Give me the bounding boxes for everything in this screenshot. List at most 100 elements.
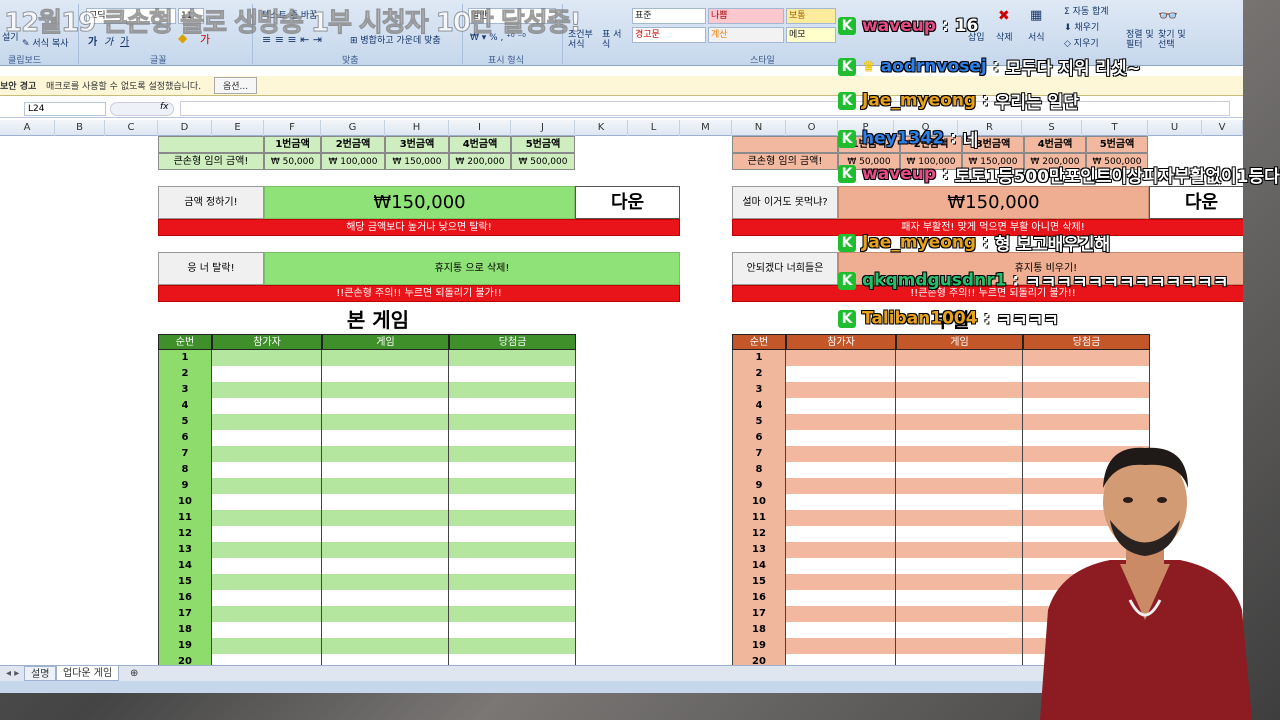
column-header-cell[interactable]: M xyxy=(680,120,732,136)
table-row-cell[interactable] xyxy=(786,622,896,638)
fill-button[interactable]: ⬇ 채우기 xyxy=(1064,20,1099,33)
table-row-cell[interactable] xyxy=(449,558,576,574)
style-neutral[interactable]: 보통 xyxy=(786,8,836,24)
table-row-cell[interactable] xyxy=(449,606,576,622)
column-header-cell[interactable]: E xyxy=(212,120,264,136)
down-button[interactable]: 다운 xyxy=(575,186,680,219)
style-warning[interactable]: 경고문 xyxy=(632,27,706,43)
tab-description[interactable]: 설명 xyxy=(24,666,57,681)
table-row-cell[interactable] xyxy=(896,542,1023,558)
table-row-cell[interactable] xyxy=(322,382,449,398)
table-row-cell[interactable] xyxy=(449,638,576,654)
column-header-cell[interactable]: F xyxy=(264,120,321,136)
table-row-cell[interactable] xyxy=(896,622,1023,638)
table-row-cell[interactable] xyxy=(322,414,449,430)
column-header-cell[interactable]: N xyxy=(732,120,786,136)
table-row-cell[interactable] xyxy=(212,382,322,398)
table-row-cell[interactable] xyxy=(449,366,576,382)
table-row-cell[interactable] xyxy=(896,350,1023,366)
table-row-cell[interactable] xyxy=(786,590,896,606)
column-header-cell[interactable]: V xyxy=(1202,120,1243,136)
table-row-cell[interactable] xyxy=(449,382,576,398)
table-row-cell[interactable] xyxy=(896,526,1023,542)
column-header-cell[interactable]: H xyxy=(385,120,449,136)
style-normal[interactable]: 표준 xyxy=(632,8,706,24)
new-sheet-icon[interactable]: ⊕ xyxy=(124,666,144,681)
style-memo[interactable]: 메모 xyxy=(786,27,836,43)
table-row-cell[interactable] xyxy=(212,478,322,494)
security-options-button[interactable]: 옵션... xyxy=(214,77,258,94)
column-header-cell[interactable]: D xyxy=(158,120,212,136)
style-bad[interactable]: 나쁨 xyxy=(708,8,784,24)
table-row-cell[interactable] xyxy=(212,574,322,590)
table-row-cell[interactable] xyxy=(896,366,1023,382)
table-row-cell[interactable] xyxy=(212,558,322,574)
table-row-cell[interactable] xyxy=(322,590,449,606)
table-row-cell[interactable] xyxy=(896,510,1023,526)
table-format-button[interactable]: 표 서식 xyxy=(602,30,626,50)
table-row-cell[interactable] xyxy=(322,366,449,382)
table-row-cell[interactable] xyxy=(322,558,449,574)
table-row-cell[interactable] xyxy=(896,446,1023,462)
table-row-cell[interactable] xyxy=(896,382,1023,398)
table-row-cell[interactable] xyxy=(212,542,322,558)
autosum-button[interactable]: Σ 자동 합계 xyxy=(1064,4,1109,17)
table-row-cell[interactable] xyxy=(212,414,322,430)
table-row-cell[interactable] xyxy=(449,446,576,462)
table-row-cell[interactable] xyxy=(786,478,896,494)
trash-button[interactable]: 휴지통 으로 삭제! xyxy=(264,252,680,285)
table-row-cell[interactable] xyxy=(896,398,1023,414)
tab-nav-arrows[interactable]: ◂ ▸ xyxy=(0,666,25,681)
format-cells-button[interactable]: 서식 xyxy=(1028,30,1045,43)
table-row-cell[interactable] xyxy=(786,430,896,446)
delete-cells-button[interactable]: 삭제 xyxy=(996,30,1013,43)
table-row-cell[interactable] xyxy=(786,638,896,654)
table-row-cell[interactable] xyxy=(212,622,322,638)
table-row-cell[interactable] xyxy=(212,494,322,510)
table-row-cell[interactable] xyxy=(449,414,576,430)
set-amount-value[interactable]: ₩150,000 xyxy=(264,186,575,219)
table-row-cell[interactable] xyxy=(786,414,896,430)
table-row-cell[interactable] xyxy=(786,510,896,526)
table-row-cell[interactable] xyxy=(786,446,896,462)
set-amount-value[interactable]: ₩150,000 xyxy=(838,186,1149,219)
column-header-cell[interactable]: G xyxy=(321,120,385,136)
column-header-cell[interactable]: L xyxy=(628,120,680,136)
name-box[interactable]: L24 xyxy=(24,102,106,116)
table-row-cell[interactable] xyxy=(896,430,1023,446)
table-row-cell[interactable] xyxy=(212,590,322,606)
table-row-cell[interactable] xyxy=(322,350,449,366)
table-row-cell[interactable] xyxy=(322,398,449,414)
table-row-cell[interactable] xyxy=(786,398,896,414)
down-button[interactable]: 다운 xyxy=(1149,186,1243,219)
table-row-cell[interactable] xyxy=(786,606,896,622)
table-row-cell[interactable] xyxy=(212,446,322,462)
table-row-cell[interactable] xyxy=(1023,382,1150,398)
table-row-cell[interactable] xyxy=(212,638,322,654)
column-header-cell[interactable]: S xyxy=(1022,120,1082,136)
table-row-cell[interactable] xyxy=(1023,414,1150,430)
table-row-cell[interactable] xyxy=(786,462,896,478)
table-row-cell[interactable] xyxy=(449,510,576,526)
style-calc[interactable]: 계산 xyxy=(708,27,784,43)
table-row-cell[interactable] xyxy=(786,558,896,574)
find-select-button[interactable]: 찾기 및 선택 xyxy=(1158,30,1190,50)
column-header-cell[interactable]: A xyxy=(0,120,55,136)
column-header-cell[interactable]: B xyxy=(55,120,105,136)
table-row-cell[interactable] xyxy=(322,494,449,510)
table-row-cell[interactable] xyxy=(212,430,322,446)
table-row-cell[interactable] xyxy=(322,574,449,590)
column-header-cell[interactable]: K xyxy=(575,120,628,136)
table-row-cell[interactable] xyxy=(449,542,576,558)
fx-button[interactable]: fx xyxy=(160,102,169,112)
table-row-cell[interactable] xyxy=(1023,350,1150,366)
clear-button[interactable]: ◇ 지우기 xyxy=(1064,36,1099,49)
table-row-cell[interactable] xyxy=(786,526,896,542)
table-row-cell[interactable] xyxy=(449,478,576,494)
table-row-cell[interactable] xyxy=(786,366,896,382)
table-row-cell[interactable] xyxy=(896,462,1023,478)
table-row-cell[interactable] xyxy=(786,574,896,590)
table-row-cell[interactable] xyxy=(212,366,322,382)
column-header-cell[interactable]: I xyxy=(449,120,511,136)
table-row-cell[interactable] xyxy=(896,494,1023,510)
